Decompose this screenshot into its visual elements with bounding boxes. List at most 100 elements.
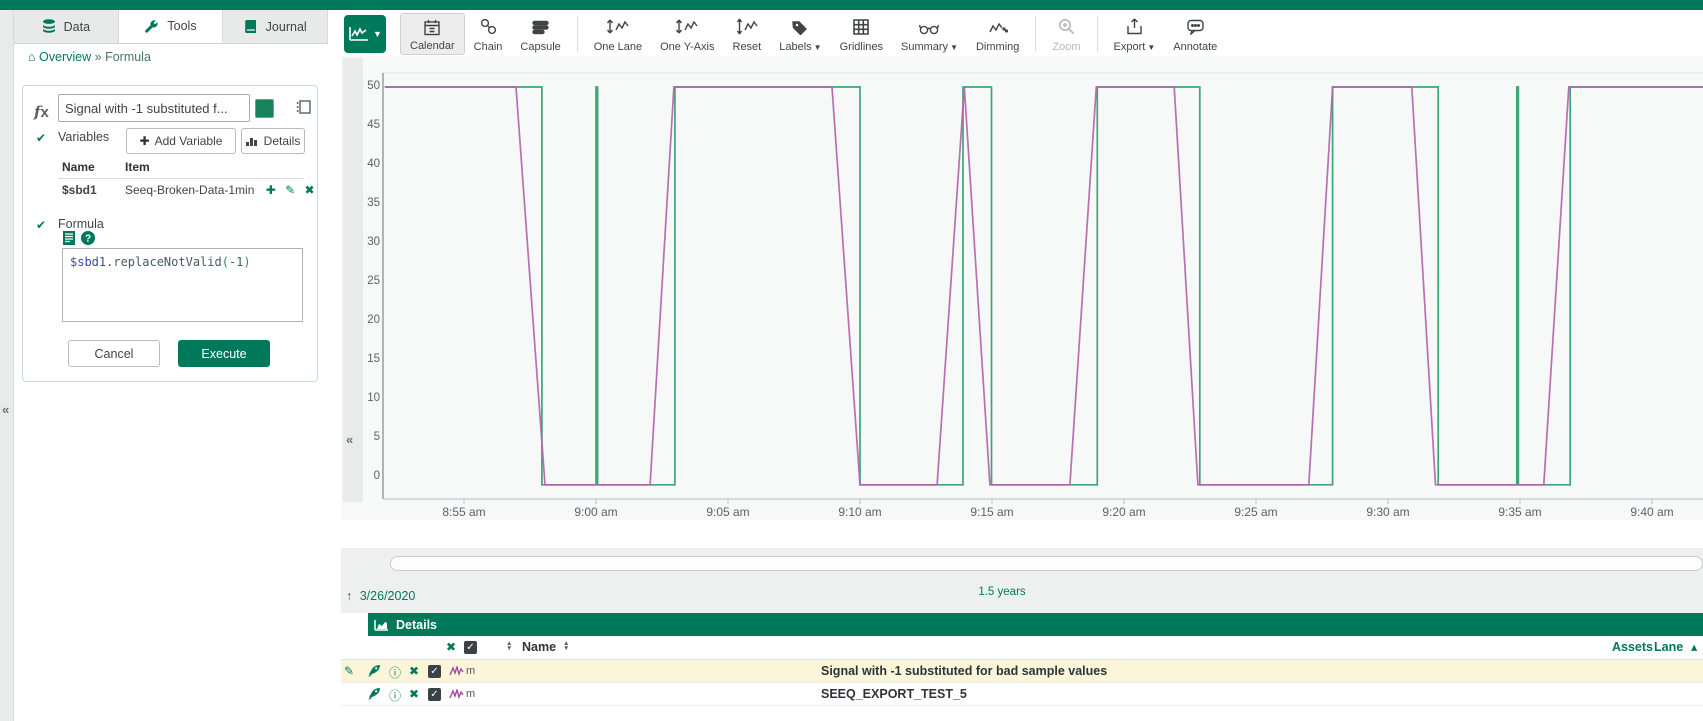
y-axis-tick-label: 30 xyxy=(350,236,380,248)
chevron-down-icon: ▼ xyxy=(1147,43,1155,52)
details-row[interactable]: ✎ⓘ✖✓mSignal with -1 substituted for bad … xyxy=(341,660,1703,683)
y-axis-tick-label: 45 xyxy=(350,119,380,131)
remove-item-icon[interactable]: ✖ xyxy=(409,687,419,701)
toolbar-separator xyxy=(1097,16,1098,52)
detach-panel-icon[interactable] xyxy=(296,99,312,115)
breadcrumb-separator: » xyxy=(95,50,102,64)
formula-check-icon: ✔ xyxy=(36,218,46,232)
cancel-button[interactable]: Cancel xyxy=(68,340,160,367)
annotate-button[interactable]: Annotate xyxy=(1164,13,1226,55)
chevron-down-icon: ▼ xyxy=(950,43,958,52)
rocket-icon[interactable] xyxy=(368,687,381,703)
export-button[interactable]: Export▼ xyxy=(1105,13,1165,55)
tab-journal[interactable]: Journal xyxy=(223,10,328,43)
calendar-button[interactable]: Calendar xyxy=(400,13,465,55)
book-icon xyxy=(244,19,258,34)
x-axis-tick-label: 9:10 am xyxy=(825,505,895,519)
select-all-checkbox[interactable]: ✓ xyxy=(464,641,477,654)
database-icon xyxy=(42,19,56,34)
x-axis-tick-label: 9:15 am xyxy=(957,505,1027,519)
tab-tools[interactable]: Tools xyxy=(119,10,224,43)
execute-button[interactable]: Execute xyxy=(178,340,270,367)
lane-column-header[interactable]: Lane xyxy=(1654,640,1683,654)
capsule-icon xyxy=(532,15,549,35)
timeline-start-date[interactable]: ↑ 3/26/2020 xyxy=(346,589,415,603)
remove-all-icon[interactable]: ✖ xyxy=(446,640,456,654)
capsule-button[interactable]: Capsule xyxy=(511,13,569,55)
gridlines-button[interactable]: Gridlines xyxy=(831,13,892,55)
chain-button[interactable]: Chain xyxy=(465,13,512,55)
one-y-axis-button[interactable]: One Y-Axis xyxy=(651,13,723,55)
variable-row[interactable]: $sbd1Seeq-Broken-Data-1min ✚ ✎ ✖ xyxy=(62,183,318,197)
sidebar-tabs: DataToolsJournal xyxy=(14,10,328,44)
variable-name: $sbd1 xyxy=(62,183,125,197)
x-axis-tick-label: 8:55 am xyxy=(429,505,499,519)
reset-button[interactable]: Reset xyxy=(724,13,771,55)
view-mode-dropdown-button[interactable]: ▼ xyxy=(344,15,386,53)
details-button[interactable]: Details xyxy=(241,128,305,154)
timeline-span-label[interactable]: 1.5 years xyxy=(962,586,1042,598)
details-panel-header: Details xyxy=(368,613,1703,636)
seeq-workbench: « DataToolsJournal ⌂ Overview » Formula … xyxy=(0,0,1703,721)
trend-chart[interactable] xyxy=(341,58,1703,504)
edit-item-icon[interactable]: ✎ xyxy=(344,664,354,678)
series-seeq-export-test-5 xyxy=(385,87,1703,485)
gridlines-icon xyxy=(853,15,869,35)
variable-actions-add-edit-remove-icons[interactable]: ✚ ✎ ✖ xyxy=(266,183,318,197)
y-axis-tick-label: 20 xyxy=(350,314,380,326)
name-column-header[interactable]: Name xyxy=(522,640,556,654)
one-lane-button[interactable]: One Lane xyxy=(585,13,651,55)
labels-button[interactable]: Labels▼ xyxy=(770,13,830,55)
home-icon[interactable]: ⌂ xyxy=(28,50,36,64)
breadcrumb-current: Formula xyxy=(105,50,151,64)
wrench-icon xyxy=(144,19,159,34)
table-divider xyxy=(58,178,304,179)
y-axis-tick-label: 10 xyxy=(350,392,380,404)
tab-data[interactable]: Data xyxy=(14,10,119,43)
left-collapse-rail[interactable]: « xyxy=(0,10,14,721)
y-axis-tick-label: 5 xyxy=(350,431,380,443)
chevron-down-icon: ▼ xyxy=(814,43,822,52)
formula-code-editor[interactable]: $sbd1.replaceNotValid(-1) xyxy=(62,248,303,322)
series-signal-with-1-substituted-for-bad-sample-values xyxy=(385,87,1703,485)
assets-column-header[interactable]: Assets xyxy=(1612,640,1653,654)
rocket-icon[interactable] xyxy=(368,664,381,680)
x-axis-tick-label: 9:20 am xyxy=(1089,505,1159,519)
remove-item-icon[interactable]: ✖ xyxy=(409,664,419,678)
x-axis-tick-label: 9:35 am xyxy=(1485,505,1555,519)
breadcrumb-overview[interactable]: Overview xyxy=(39,50,91,64)
info-icon[interactable]: ⓘ xyxy=(389,687,401,704)
arrow-up-icon: ↑ xyxy=(346,589,352,603)
collapse-sidebar-icon[interactable]: « xyxy=(2,402,9,417)
details-table-header: ✖ ✓ ▲▼ Name ▲▼ Assets Lane ▴ xyxy=(341,636,1703,660)
signal-color-swatch[interactable] xyxy=(255,99,274,118)
toolbar-separator xyxy=(1035,16,1036,52)
one-y-axis-icon xyxy=(675,15,699,35)
formula-name-input[interactable] xyxy=(58,94,250,122)
info-icon[interactable]: ⓘ xyxy=(389,664,401,681)
svg-text:?: ? xyxy=(85,234,91,245)
row-checkbox[interactable]: ✓ xyxy=(428,665,441,678)
sort-icon[interactable]: ▲▼ xyxy=(563,641,569,651)
formula-label: Formula xyxy=(58,217,104,231)
row-checkbox[interactable]: ✓ xyxy=(428,688,441,701)
summary-button[interactable]: Summary▼ xyxy=(892,13,967,55)
chain-icon xyxy=(480,15,497,35)
chevron-down-icon: ▼ xyxy=(373,29,382,39)
x-axis-tick-label: 9:40 am xyxy=(1617,505,1687,519)
calendar-icon xyxy=(424,16,440,36)
summary-icon xyxy=(919,15,940,35)
zoom-button[interactable]: Zoom xyxy=(1043,13,1089,55)
details-row[interactable]: ⓘ✖✓mSEEQ_EXPORT_TEST_51 xyxy=(341,683,1703,706)
y-axis-tick-label: 50 xyxy=(350,80,380,92)
y-axis-tick-label: 35 xyxy=(350,197,380,209)
x-axis-tick-label: 9:00 am xyxy=(561,505,631,519)
toolbar-separator xyxy=(577,16,578,52)
variables-label: Variables xyxy=(58,130,109,144)
trend-icon xyxy=(348,26,370,42)
dimming-button[interactable]: Dimming xyxy=(967,13,1028,55)
add-variable-button[interactable]: ✚ Add Variable xyxy=(126,128,236,154)
y-axis-tick-label: 15 xyxy=(350,353,380,365)
timeline-scrollbar[interactable] xyxy=(390,556,1703,571)
sort-icon[interactable]: ▲▼ xyxy=(506,641,512,651)
